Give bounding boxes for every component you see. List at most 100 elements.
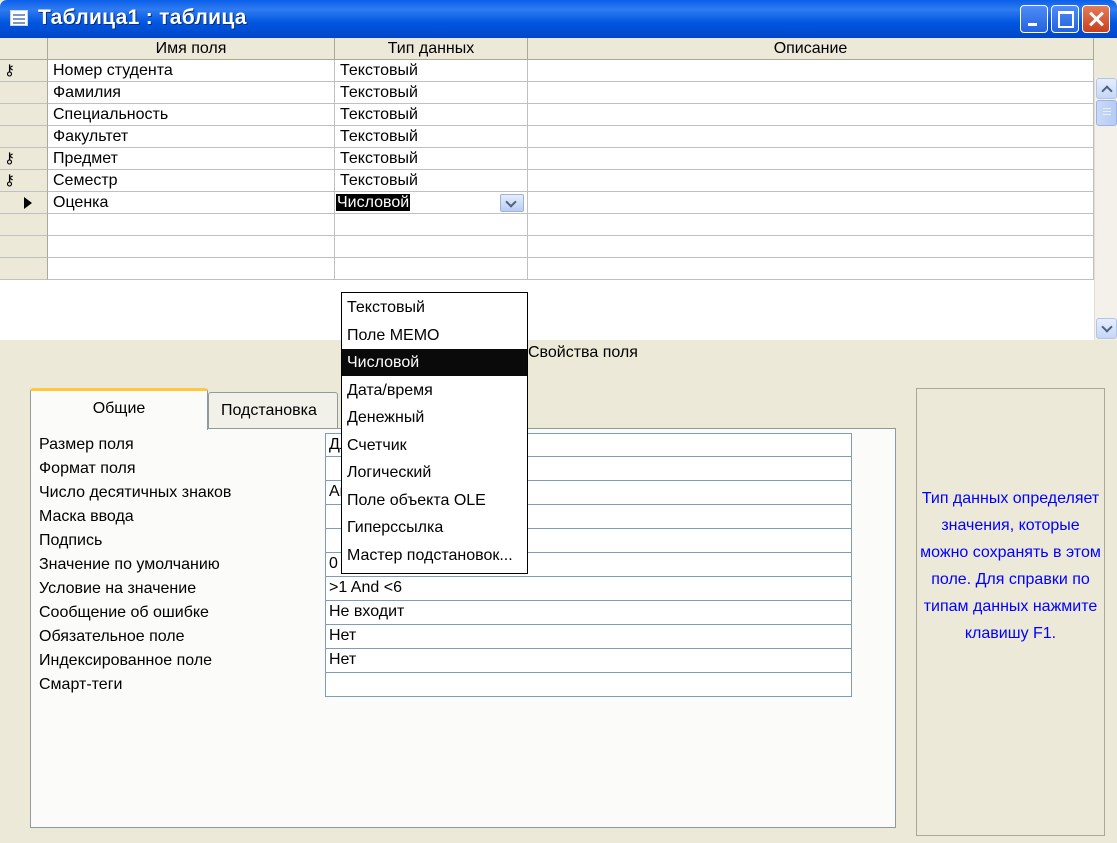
minimize-button[interactable] [1020,5,1048,33]
column-header-data-type[interactable]: Тип данных [335,38,528,60]
property-label: Сообщение об ошибке [39,604,209,621]
row-selector-header[interactable] [0,38,48,60]
title-bar[interactable]: Таблица1 : таблица [0,0,1117,38]
property-value-field[interactable]: Нет [325,649,852,673]
field-design-grid: Имя поля Тип данных Описание ⚷ Номер студ… [0,38,1094,340]
table-row[interactable]: ⚷ Номер студента Текстовый [0,60,1094,82]
data-type-cell[interactable]: Текстовый [335,170,528,192]
dropdown-option[interactable]: Числовой [342,349,527,376]
data-type-combo-value[interactable]: Числовой [336,194,411,211]
data-type-cell[interactable]: Текстовый [335,126,528,148]
table-row[interactable]: ⚷ Семестр Текстовый [0,170,1094,192]
description-cell[interactable] [528,104,1094,126]
scroll-thumb[interactable] [1096,100,1117,126]
help-text: Тип данных определяет значения, которые … [920,490,1101,642]
dropdown-option[interactable]: Логический [342,459,527,486]
dropdown-option[interactable]: Счетчик [342,432,527,459]
row-selector[interactable]: ⚷ [0,170,48,192]
dropdown-option[interactable]: Гиперссылка [342,514,527,541]
data-type-cell[interactable]: Текстовый [335,104,528,126]
data-type-cell[interactable]: Текстовый [335,60,528,82]
description-cell[interactable] [528,82,1094,104]
table-row[interactable] [0,258,1094,280]
table-row[interactable]: Факультет Текстовый [0,126,1094,148]
table-row[interactable] [0,214,1094,236]
field-name-cell[interactable]: Семестр [48,170,335,192]
field-name-cell[interactable] [48,236,335,258]
primary-key-icon: ⚷ [4,62,15,79]
description-cell[interactable] [528,236,1094,258]
table-row[interactable]: Оценка Числовой [0,192,1094,214]
description-cell[interactable] [528,148,1094,170]
tab-lookup[interactable]: Подстановка [208,392,338,428]
property-label: Подпись [39,532,103,549]
scroll-down-button[interactable] [1096,318,1117,339]
dropdown-option[interactable]: Дата/время [342,377,527,404]
data-type-cell[interactable]: Текстовый [335,148,528,170]
property-value-field[interactable]: Нет [325,625,852,649]
current-row-arrow-icon [24,197,32,209]
field-name-cell[interactable] [48,214,335,236]
property-label: Значение по умолчанию [39,556,220,573]
property-label: Маска ввода [39,508,134,525]
column-header-field-name[interactable]: Имя поля [48,38,335,60]
description-cell[interactable] [528,192,1094,214]
data-type-cell[interactable] [335,214,528,236]
description-cell[interactable] [528,214,1094,236]
dropdown-option[interactable]: Поле объекта OLE [342,487,527,514]
row-selector[interactable] [0,236,48,258]
description-cell[interactable] [528,258,1094,280]
field-name-cell[interactable]: Факультет [48,126,335,148]
field-properties-label: Свойства поля [528,344,638,361]
property-label: Смарт-теги [39,676,123,693]
row-selector[interactable]: ⚷ [0,60,48,82]
table-row[interactable]: Специальность Текстовый [0,104,1094,126]
property-value-field[interactable]: >1 And <6 [325,577,852,601]
row-selector[interactable] [0,214,48,236]
table-row[interactable]: ⚷ Предмет Текстовый [0,148,1094,170]
data-type-dropdown-list[interactable]: Текстовый Поле MEMO Числовой Дата/время Дене… [341,292,528,574]
table-row[interactable] [0,236,1094,258]
field-name-cell[interactable]: Фамилия [48,82,335,104]
field-name-cell[interactable]: Специальность [48,104,335,126]
row-selector[interactable] [0,192,48,214]
property-label: Формат поля [39,460,136,477]
property-label: Условие на значение [39,580,197,597]
help-pane: Тип данных определяет значения, которые … [916,388,1105,836]
column-header-description[interactable]: Описание [528,38,1094,60]
dropdown-option[interactable]: Текстовый [342,294,527,321]
field-name-cell[interactable]: Предмет [48,148,335,170]
primary-key-icon: ⚷ [4,172,15,189]
property-label: Размер поля [39,436,134,453]
dropdown-option[interactable]: Поле MEMO [342,322,527,349]
data-type-cell[interactable] [335,236,528,258]
description-cell[interactable] [528,170,1094,192]
maximize-button[interactable] [1051,5,1079,33]
field-name-cell[interactable]: Оценка [48,192,335,214]
tab-general[interactable]: Общие [30,388,208,430]
row-selector[interactable] [0,82,48,104]
close-button[interactable] [1082,5,1110,33]
scroll-up-button[interactable] [1096,78,1117,99]
property-value-field[interactable]: Не входит [325,601,852,625]
row-selector[interactable]: ⚷ [0,148,48,170]
row-selector[interactable] [0,104,48,126]
field-name-cell[interactable] [48,258,335,280]
primary-key-icon: ⚷ [4,150,15,167]
property-label: Обязательное поле [39,628,185,645]
data-type-cell[interactable]: Текстовый [335,82,528,104]
vertical-scrollbar[interactable] [1094,78,1117,340]
property-value-field[interactable] [325,673,852,697]
dropdown-option[interactable]: Денежный [342,404,527,431]
row-selector[interactable] [0,126,48,148]
row-selector[interactable] [0,258,48,280]
description-cell[interactable] [528,126,1094,148]
table-row[interactable]: Фамилия Текстовый [0,82,1094,104]
data-type-cell[interactable] [335,258,528,280]
dropdown-option[interactable]: Мастер подстановок... [342,542,527,569]
field-name-cell[interactable]: Номер студента [48,60,335,82]
property-label: Индексированное поле [39,652,213,669]
table-icon [10,10,28,26]
description-cell[interactable] [528,60,1094,82]
data-type-dropdown-button[interactable] [500,194,524,212]
